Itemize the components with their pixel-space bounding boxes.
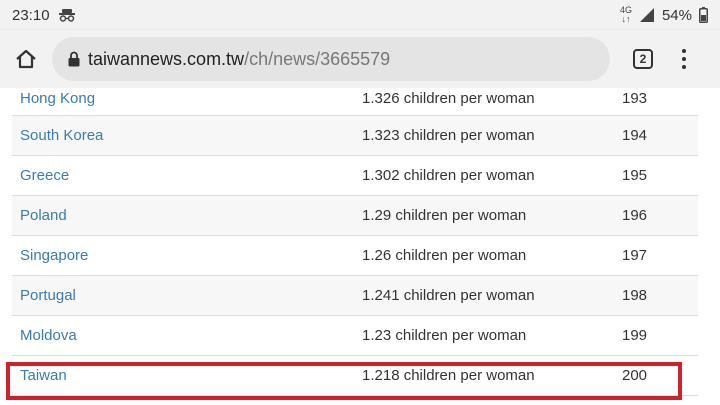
rank: 199 xyxy=(622,327,648,344)
country-link[interactable]: South Korea xyxy=(12,127,354,144)
table-row: Portugal 1.241 children per woman 198 xyxy=(12,276,698,316)
country-link[interactable]: Singapore xyxy=(12,247,354,264)
status-time: 23:10 xyxy=(12,6,50,24)
table-row: Singapore 1.26 children per woman 197 xyxy=(12,236,698,276)
country-link[interactable]: Moldova xyxy=(12,327,354,344)
menu-dot-icon xyxy=(682,57,686,61)
status-left: 23:10 xyxy=(12,7,76,24)
rank: 198 xyxy=(622,287,648,304)
home-button[interactable] xyxy=(0,30,52,88)
more-menu-button[interactable] xyxy=(672,44,696,74)
menu-dot-icon xyxy=(682,49,686,53)
incognito-icon xyxy=(58,8,76,22)
battery-icon xyxy=(699,7,708,23)
rank: 197 xyxy=(622,247,648,264)
table-row: Poland 1.29 children per woman 196 xyxy=(12,196,698,236)
fertility-rate: 1.302 children per woman xyxy=(362,167,535,184)
rank: 193 xyxy=(622,90,648,107)
tab-count: 2 xyxy=(633,49,653,69)
browser-toolbar: taiwannews.com.tw/ch/news/3665579 2 xyxy=(0,30,720,88)
battery-percent: 54% xyxy=(661,6,692,24)
lock-icon xyxy=(68,51,80,67)
fertility-rate: 1.323 children per woman xyxy=(362,127,535,144)
rank: 195 xyxy=(622,167,648,184)
table-row: South Korea 1.323 children per woman 194 xyxy=(12,116,698,156)
table-row: Greece 1.302 children per woman 195 xyxy=(12,156,698,196)
network-activity: ↓↑ xyxy=(621,14,631,24)
menu-dot-icon xyxy=(682,65,686,69)
fertility-rate: 1.218 children per woman xyxy=(362,367,535,384)
status-right: 4G ↓↑ 54% xyxy=(620,6,708,24)
rank: 200 xyxy=(622,367,648,384)
fertility-rate: 1.23 children per woman xyxy=(362,327,527,344)
home-icon xyxy=(15,48,37,70)
page-content: Hong Kong 1.326 children per woman 193 S… xyxy=(0,88,720,405)
country-link[interactable]: Greece xyxy=(12,167,354,184)
fertility-table: Hong Kong 1.326 children per woman 193 S… xyxy=(12,82,698,396)
tab-switcher-button[interactable]: 2 xyxy=(628,44,658,74)
country-link[interactable]: Taiwan xyxy=(12,367,354,384)
country-link[interactable]: Hong Kong xyxy=(12,90,354,107)
table-row: Moldova 1.23 children per woman 199 xyxy=(12,316,698,356)
rank: 196 xyxy=(622,207,648,224)
table-row: Hong Kong 1.326 children per woman 193 xyxy=(12,82,698,116)
address-bar[interactable]: taiwannews.com.tw/ch/news/3665579 xyxy=(52,37,610,81)
signal-icon xyxy=(639,7,655,23)
fertility-rate: 1.326 children per woman xyxy=(362,90,535,107)
url-path: /ch/news/3665579 xyxy=(244,48,391,69)
fertility-rate: 1.29 children per woman xyxy=(362,207,527,224)
rank: 194 xyxy=(622,127,648,144)
country-link[interactable]: Portugal xyxy=(12,287,354,304)
fertility-rate: 1.241 children per woman xyxy=(362,287,535,304)
status-bar: 23:10 4G ↓↑ 54% xyxy=(0,0,720,30)
country-link[interactable]: Poland xyxy=(12,207,354,224)
table-row-highlighted: Taiwan 1.218 children per woman 200 xyxy=(12,356,698,396)
fertility-rate: 1.26 children per woman xyxy=(362,247,527,264)
url-host: taiwannews.com.tw xyxy=(88,48,245,69)
network-type-indicator: 4G ↓↑ xyxy=(620,6,632,24)
